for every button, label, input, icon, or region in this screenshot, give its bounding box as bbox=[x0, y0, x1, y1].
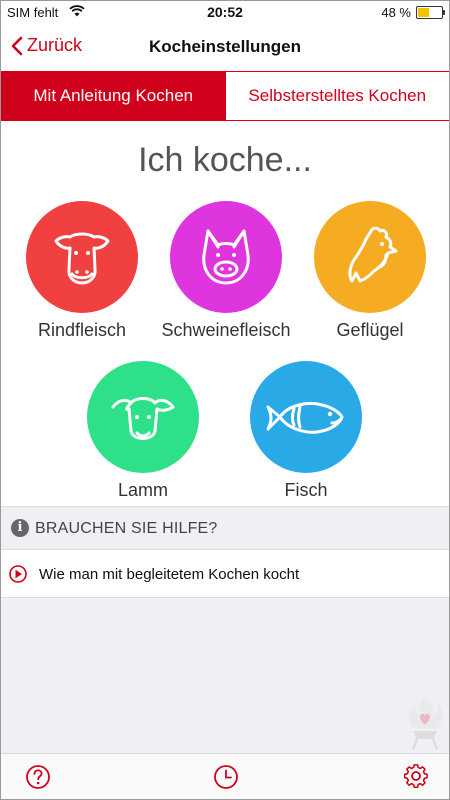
meat-option-beef[interactable]: Rindfleisch bbox=[7, 201, 157, 341]
meat-option-poultry[interactable]: Geflügel bbox=[295, 201, 445, 341]
fish-circle[interactable] bbox=[250, 361, 362, 473]
pork-circle[interactable] bbox=[170, 201, 282, 313]
lamb-circle[interactable] bbox=[87, 361, 199, 473]
fish-icon bbox=[266, 402, 344, 434]
poultry-label: Geflügel bbox=[336, 320, 404, 340]
battery-percent: 48 % bbox=[381, 5, 411, 20]
poultry-circle[interactable] bbox=[314, 201, 426, 313]
status-bar: SIM fehlt 20:52 48 % bbox=[1, 1, 449, 23]
help-video-label: Wie man mit begleitetem Kochen kocht bbox=[39, 566, 300, 583]
beef-label: Rindfleisch bbox=[37, 320, 127, 340]
meat-option-lamb[interactable]: Lamm bbox=[68, 361, 218, 501]
empty-area bbox=[1, 598, 449, 753]
cooking-mode-tabs: Mit Anleitung Kochen Selbsterstelltes Ko… bbox=[1, 71, 449, 121]
timer-icon[interactable] bbox=[213, 764, 239, 790]
pig-icon bbox=[202, 229, 250, 285]
sheep-icon bbox=[111, 397, 175, 440]
grill-watermark-icon bbox=[409, 697, 443, 750]
battery-icon bbox=[416, 6, 445, 19]
play-icon bbox=[9, 565, 27, 583]
navigation-bar: Zurück Kocheinstellungen bbox=[1, 23, 449, 71]
help-icon[interactable] bbox=[25, 764, 51, 790]
chicken-icon bbox=[348, 226, 398, 283]
tab-custom-cooking[interactable]: Selbsterstelltes Kochen bbox=[225, 72, 449, 120]
page-title: Kocheinstellungen bbox=[148, 37, 302, 56]
beef-circle[interactable] bbox=[26, 201, 138, 313]
help-header-label: BRAUCHEN SIE HILFE? bbox=[35, 520, 218, 537]
tab-guided-cooking[interactable]: Mit Anleitung Kochen bbox=[1, 72, 226, 120]
meat-option-fish[interactable]: Fisch bbox=[231, 361, 381, 501]
help-video-row[interactable]: Wie man mit begleitetem Kochen kocht bbox=[1, 550, 449, 598]
app-screen: SIM fehlt 20:52 48 % Zurück Kocheinstell… bbox=[0, 0, 450, 800]
fish-label: Fisch bbox=[284, 480, 328, 500]
lamb-label: Lamm bbox=[117, 480, 168, 500]
bottom-tab-bar bbox=[1, 753, 449, 799]
pork-label: Schweinefleisch bbox=[161, 320, 291, 340]
section-heading: Ich koche... bbox=[138, 141, 312, 179]
cow-icon bbox=[54, 232, 110, 285]
settings-icon[interactable] bbox=[403, 764, 429, 790]
meat-option-pork[interactable]: Schweinefleisch bbox=[151, 201, 301, 341]
info-icon: i bbox=[11, 519, 29, 537]
help-section-header: i BRAUCHEN SIE HILFE? bbox=[1, 506, 449, 550]
